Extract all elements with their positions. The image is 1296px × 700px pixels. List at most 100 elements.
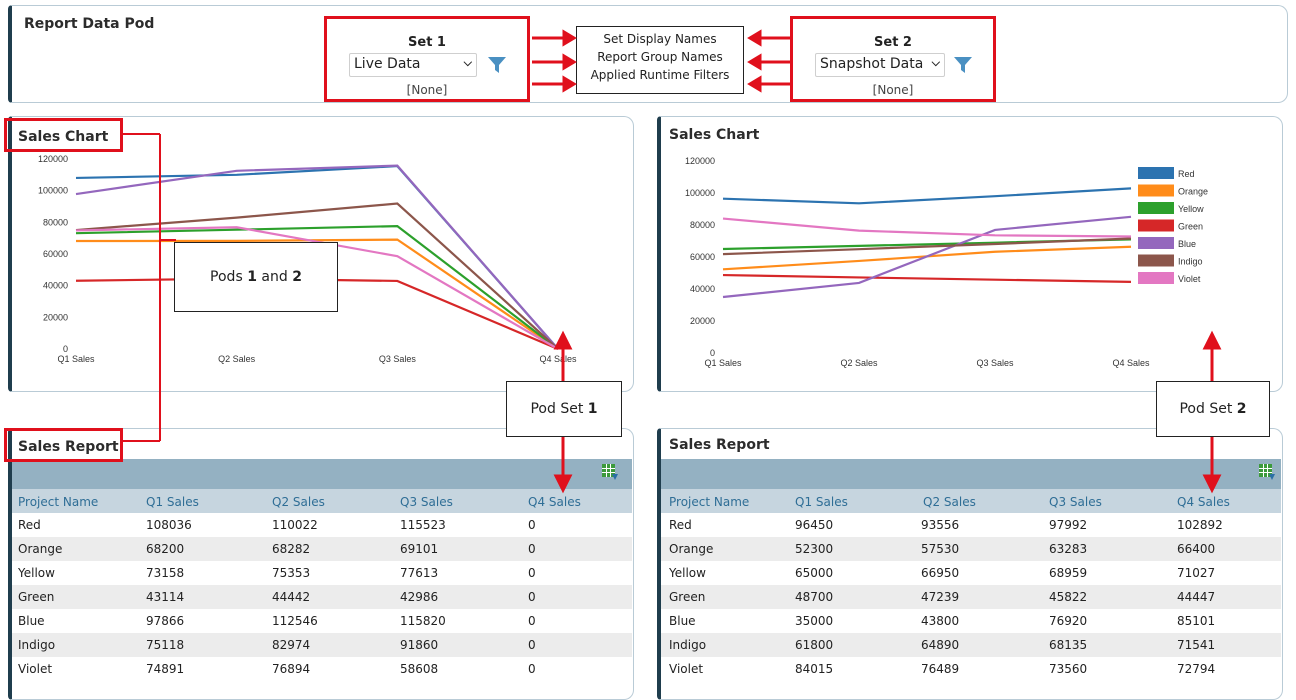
table-cell: 35000 <box>795 614 834 628</box>
pod-set-1-callout: Pod Set 1 <box>506 381 622 437</box>
table-row: Red 108036 110022 115523 0 <box>12 513 632 537</box>
table-cell: 73560 <box>1049 662 1088 676</box>
x-tick-label: Q1 Sales <box>57 354 95 364</box>
table-row: Yellow 65000 66950 68959 71027 <box>661 561 1281 585</box>
table-cell: 61800 <box>795 638 834 652</box>
table-cell: 58608 <box>400 662 439 676</box>
column-header-q4-sales[interactable]: Q4 Sales <box>1177 495 1230 509</box>
pod-set-2-callout: Pod Set 2 <box>1156 381 1270 437</box>
column-header-q3-sales[interactable]: Q3 Sales <box>1049 495 1102 509</box>
table-cell: 72794 <box>1177 662 1216 676</box>
table-row: Violet 74891 76894 58608 0 <box>12 657 632 681</box>
table-row: Green 43114 44442 42986 0 <box>12 585 632 609</box>
table-cell: 0 <box>528 518 536 532</box>
y-tick-label: 100000 <box>38 186 68 196</box>
column-header-q3-sales[interactable]: Q3 Sales <box>400 495 453 509</box>
chevron-down-icon: ⌵ <box>463 56 472 69</box>
right-report-pod: Sales Report Project Name Q1 Sales Q2 Sa… <box>657 428 1283 700</box>
table-cell: 42986 <box>400 590 439 604</box>
y-tick-label: 60000 <box>690 252 715 262</box>
legend-swatch-yellow <box>1138 202 1174 214</box>
table-row: Orange 52300 57530 63283 66400 <box>661 537 1281 561</box>
table-cell: 66400 <box>1177 542 1216 556</box>
table-cell: 0 <box>528 590 536 604</box>
table-cell: Indigo <box>18 638 56 652</box>
y-tick-label: 40000 <box>43 281 68 291</box>
x-tick-label: Q2 Sales <box>218 354 256 364</box>
right-column-header-row: Project Name Q1 Sales Q2 Sales Q3 Sales … <box>661 489 1281 513</box>
table-cell: 75353 <box>272 566 311 580</box>
set2-select[interactable]: Snapshot Data ⌵ <box>815 53 945 77</box>
pod-set-2-prefix: Pod Set <box>1179 401 1237 417</box>
table-cell: 44442 <box>272 590 311 604</box>
y-tick-label: 0 <box>63 344 68 354</box>
table-cell: 77613 <box>400 566 439 580</box>
table-row: Violet 84015 76489 73560 72794 <box>661 657 1281 681</box>
legend-label-blue: Blue <box>1178 239 1196 249</box>
table-cell: 63283 <box>1049 542 1088 556</box>
set2-panel: Set 2 Snapshot Data ⌵ [None] <box>790 16 996 102</box>
legend-swatch-indigo <box>1138 254 1174 267</box>
table-cell: Yellow <box>669 566 706 580</box>
series-line-orange <box>722 245 1132 271</box>
x-tick-label: Q4 Sales <box>539 354 577 364</box>
table-cell: 0 <box>528 542 536 556</box>
y-tick-label: 20000 <box>690 316 715 326</box>
right-sales-chart: 0 20000 40000 60000 80000 100000 120000 Q1 Sale… <box>685 156 1208 368</box>
pods-callout-two: 2 <box>292 269 302 285</box>
sales-chart-highlight <box>4 118 123 152</box>
table-cell: 44447 <box>1177 590 1216 604</box>
column-header-q4-sales[interactable]: Q4 Sales <box>528 495 581 509</box>
table-cell: 76489 <box>921 662 960 676</box>
legend-swatch-violet <box>1138 272 1174 284</box>
pods-1-and-2-callout: Pods 1 and 2 <box>174 242 338 312</box>
export-grid-icon[interactable] <box>1259 464 1275 482</box>
column-header-project-name[interactable]: Project Name <box>669 495 749 509</box>
y-tick-label: 100000 <box>685 188 715 198</box>
table-cell: 47239 <box>921 590 960 604</box>
column-header-project-name[interactable]: Project Name <box>18 495 98 509</box>
table-cell: 112546 <box>272 614 318 628</box>
y-tick-label: 0 <box>710 348 715 358</box>
table-cell: 65000 <box>795 566 834 580</box>
table-row: Green 48700 47239 45822 44447 <box>661 585 1281 609</box>
set1-select[interactable]: Live Data ⌵ <box>349 53 477 77</box>
table-row: Red 96450 93556 97992 102892 <box>661 513 1281 537</box>
legend-label-violet: Violet <box>1178 274 1201 284</box>
right-chart-pod: Sales Chart 0 20000 40000 60000 80000 100000 1… <box>657 116 1283 392</box>
left-column-header-row: Project Name Q1 Sales Q2 Sales Q3 Sales … <box>12 489 632 513</box>
y-tick-label: 120000 <box>38 154 68 164</box>
table-cell: 75118 <box>146 638 185 652</box>
table-cell: 84015 <box>795 662 834 676</box>
x-tick-label: Q3 Sales <box>976 358 1014 368</box>
table-cell: Red <box>18 518 41 532</box>
table-cell: 115523 <box>400 518 446 532</box>
export-grid-icon[interactable] <box>602 464 618 482</box>
pod-set-1-prefix: Pod Set <box>530 401 588 417</box>
column-header-q1-sales[interactable]: Q1 Sales <box>146 495 199 509</box>
pod-set-2-number: 2 <box>1236 401 1247 417</box>
set1-filter-value: [None] <box>406 83 448 97</box>
column-header-q2-sales[interactable]: Q2 Sales <box>923 495 976 509</box>
table-cell: 64890 <box>921 638 960 652</box>
x-tick-label: Q2 Sales <box>840 358 878 368</box>
funnel-filter-icon[interactable] <box>487 55 507 75</box>
table-cell: 115820 <box>400 614 446 628</box>
column-header-q2-sales[interactable]: Q2 Sales <box>272 495 325 509</box>
y-tick-label: 80000 <box>690 220 715 230</box>
x-tick-label: Q4 Sales <box>1112 358 1150 368</box>
column-header-q1-sales[interactable]: Q1 Sales <box>795 495 848 509</box>
y-tick-label: 120000 <box>685 156 715 166</box>
set1-panel: Set 1 Live Data ⌵ [None] <box>324 16 530 102</box>
table-cell: 71541 <box>1177 638 1216 652</box>
series-line-green <box>722 273 1132 283</box>
table-cell: 68135 <box>1049 638 1088 652</box>
table-cell: 0 <box>528 638 536 652</box>
x-tick-label: Q3 Sales <box>379 354 417 364</box>
pods-callout-prefix: Pods <box>210 269 248 285</box>
funnel-filter-icon[interactable] <box>953 55 973 75</box>
table-cell: Red <box>669 518 692 532</box>
table-cell: 91860 <box>400 638 439 652</box>
pod-set-1-number: 1 <box>587 401 598 417</box>
table-cell: 66950 <box>921 566 960 580</box>
